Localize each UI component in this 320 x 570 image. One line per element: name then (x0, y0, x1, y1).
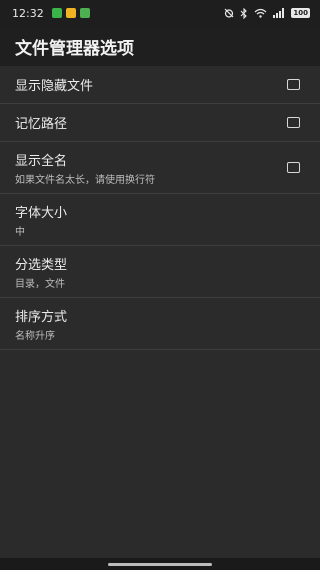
setting-show-full-name[interactable]: 显示全名 如果文件名太长，请使用换行符 (0, 142, 320, 194)
checkbox[interactable] (287, 162, 300, 173)
battery-indicator: 100 (291, 8, 310, 18)
setting-show-hidden-files[interactable]: 显示隐藏文件 (0, 66, 320, 104)
page-title: 文件管理器选项 (15, 38, 134, 59)
setting-label: 字体大小 (15, 206, 68, 221)
setting-label: 显示隐藏文件 (15, 79, 94, 94)
bluetooth-icon (240, 7, 248, 19)
checkbox[interactable] (287, 79, 300, 90)
app-toolbar: 文件管理器选项 (0, 26, 320, 66)
app-notification-icon (51, 8, 62, 18)
checkbox[interactable] (287, 117, 300, 128)
status-time: 12:32 (12, 6, 44, 20)
status-left: 12:32 (0, 7, 90, 20)
setting-font-size[interactable]: 字体大小 中 (0, 194, 320, 246)
setting-sort-order[interactable]: 排序方式 名称升序 (0, 298, 320, 350)
alarm-off-icon (224, 8, 234, 18)
setting-summary: 目录，文件 (15, 279, 65, 290)
signal-icon (273, 8, 285, 18)
setting-summary: 如果文件名太长，请使用换行符 (15, 175, 155, 186)
status-right: 100 (224, 7, 320, 19)
setting-summary: 中 (15, 227, 25, 238)
setting-label: 排序方式 (15, 310, 68, 325)
status-bar: 12:32 100 (0, 0, 320, 26)
setting-sort-type[interactable]: 分选类型 目录，文件 (0, 246, 320, 298)
setting-label: 分选类型 (15, 258, 68, 273)
app-notification-icon (79, 8, 90, 18)
navigation-bar (0, 558, 320, 570)
gesture-handle[interactable] (108, 563, 212, 566)
setting-label: 记忆路径 (15, 117, 68, 132)
setting-summary: 名称升序 (15, 331, 55, 342)
setting-remember-path[interactable]: 记忆路径 (0, 104, 320, 142)
settings-list: 显示隐藏文件 记忆路径 显示全名 如果文件名太长，请使用换行符 字体大小 中 分… (0, 66, 320, 350)
app-notification-icon (65, 8, 76, 18)
setting-label: 显示全名 (15, 154, 68, 169)
wifi-icon (254, 8, 267, 18)
